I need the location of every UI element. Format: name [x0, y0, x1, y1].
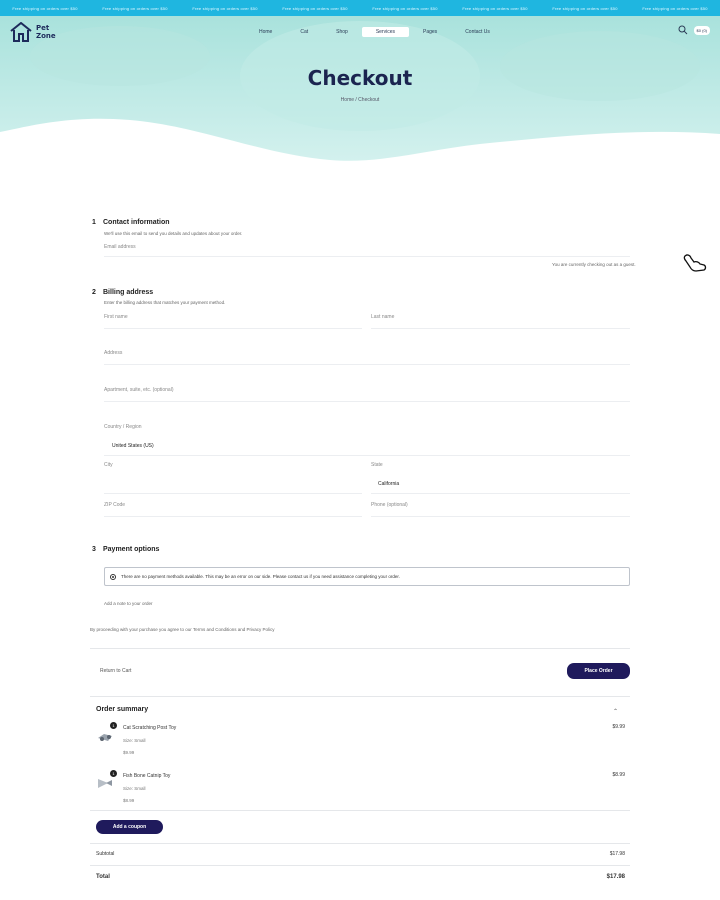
product-thumbnail	[98, 734, 112, 741]
item-meta: $8.99	[123, 798, 135, 803]
item-name: Fish Bone Catnip Toy	[123, 773, 171, 779]
step-number: 2	[92, 289, 96, 296]
billing-section-heading: 2 Billing address	[92, 289, 153, 296]
collapse-icon[interactable]: ⌃	[613, 708, 618, 715]
order-note-checkbox[interactable]: Add a note to your order	[104, 601, 153, 606]
apartment-field[interactable]: Apartment, suite, etc. (optional)	[104, 387, 173, 393]
field-underline	[104, 328, 362, 329]
last-name-field[interactable]: Last name	[371, 314, 394, 320]
contact-section-heading: 1 Contact information	[92, 219, 170, 226]
item-price: $8.99	[612, 772, 625, 778]
email-field[interactable]: Email address	[104, 244, 136, 250]
announcement-text: Free shipping on orders over $50	[552, 5, 618, 11]
product-thumbnail	[98, 779, 112, 788]
payment-option[interactable]: There are no payment methods available. …	[104, 567, 630, 586]
quantity-badge: 1	[110, 722, 117, 729]
item-meta: $9.99	[123, 750, 135, 755]
pointer-cursor-icon	[683, 254, 707, 272]
first-name-field[interactable]: First name	[104, 314, 128, 320]
subtotal-label: Subtotal	[96, 851, 115, 857]
zip-field[interactable]: ZIP Code	[104, 502, 125, 508]
guest-note: You are currently checking out as a gues…	[552, 262, 636, 267]
header-actions: $0 (0)	[678, 25, 710, 35]
payment-section-heading: 3 Payment options	[92, 546, 159, 553]
return-to-cart-link[interactable]: Return to Cart	[100, 668, 131, 674]
email-field-underline	[104, 256, 630, 257]
divider	[90, 810, 630, 811]
search-icon[interactable]	[678, 25, 688, 35]
field-underline	[371, 328, 630, 329]
billing-subtitle: Enter the billing address that matches y…	[104, 300, 226, 305]
logo-text-line1: Pet	[36, 24, 50, 32]
breadcrumb: Home / Checkout	[340, 97, 380, 103]
add-coupon-button[interactable]: Add a coupon	[96, 820, 163, 834]
site-logo[interactable]: Pet Zone	[10, 22, 56, 42]
step-number: 1	[92, 219, 96, 226]
state-label: State	[371, 462, 383, 468]
announcement-text: Free shipping on orders over $50	[12, 5, 78, 11]
section-title: Contact information	[103, 219, 170, 226]
step-number: 3	[92, 546, 96, 553]
total-label: Total	[96, 874, 110, 880]
announcement-text: Free shipping on orders over $50	[462, 5, 528, 11]
logo-text-line2: Zone	[36, 32, 56, 40]
section-title: Billing address	[103, 289, 154, 296]
hero-banner	[0, 16, 720, 166]
field-underline	[371, 516, 630, 517]
announcement-text: Free shipping on orders over $50	[642, 5, 708, 11]
place-order-button[interactable]: Place Order	[567, 663, 630, 679]
subtotal-value: $17.98	[609, 851, 625, 857]
divider	[90, 696, 630, 697]
divider	[90, 648, 630, 649]
field-underline	[104, 364, 630, 365]
announcement-bar: Free shipping on orders over $50 Free sh…	[0, 0, 720, 16]
quantity-badge: 1	[110, 770, 117, 777]
section-title: Payment options	[103, 546, 160, 553]
state-select[interactable]: California	[378, 481, 399, 487]
field-underline	[371, 493, 630, 494]
nav-shop[interactable]: Shop	[322, 27, 362, 37]
nav-services[interactable]: Services	[361, 27, 409, 37]
announcement-text: Free shipping on orders over $50	[192, 5, 258, 11]
hero-wave-background	[0, 16, 720, 161]
nav-pages[interactable]: Pages	[409, 27, 451, 37]
house-logo-icon	[10, 22, 32, 42]
city-field[interactable]: City	[104, 462, 113, 468]
divider	[90, 843, 630, 844]
announcement-text: Free shipping on orders over $50	[102, 5, 168, 11]
terms-text: By proceeding with your purchase you agr…	[90, 627, 275, 632]
announcement-text: Free shipping on orders over $50	[372, 5, 438, 11]
country-label: Country / Region	[104, 424, 142, 430]
nav-cat[interactable]: Cat	[286, 27, 322, 37]
divider	[90, 865, 630, 866]
phone-field[interactable]: Phone (optional)	[371, 502, 408, 508]
address-field[interactable]: Address	[104, 350, 122, 356]
field-underline	[104, 516, 362, 517]
cart-button[interactable]: $0 (0)	[693, 25, 710, 35]
item-price: $9.99	[612, 724, 625, 730]
payment-option-text: There are no payment methods available. …	[121, 574, 400, 579]
contact-subtitle: We'll use this email to send you details…	[104, 231, 243, 236]
total-value: $17.98	[606, 874, 625, 880]
payment-radio[interactable]	[110, 573, 116, 580]
field-underline	[104, 493, 362, 494]
nav-contact-us[interactable]: Contact Us	[451, 27, 504, 37]
order-summary-heading: Order summary	[96, 706, 149, 713]
item-meta: Size: Small	[123, 738, 146, 743]
nav-home[interactable]: Home	[245, 27, 286, 37]
country-select[interactable]: United States (US)	[112, 443, 154, 449]
field-underline	[104, 401, 630, 402]
item-meta: Size: Small	[123, 786, 146, 791]
main-nav: Home Cat Shop Services Pages Contact Us	[245, 27, 504, 37]
field-underline	[104, 455, 630, 456]
item-name: Cat Scratching Post Toy	[123, 725, 177, 731]
announcement-text: Free shipping on orders over $50	[282, 5, 348, 11]
page-title: Checkout	[307, 66, 413, 90]
